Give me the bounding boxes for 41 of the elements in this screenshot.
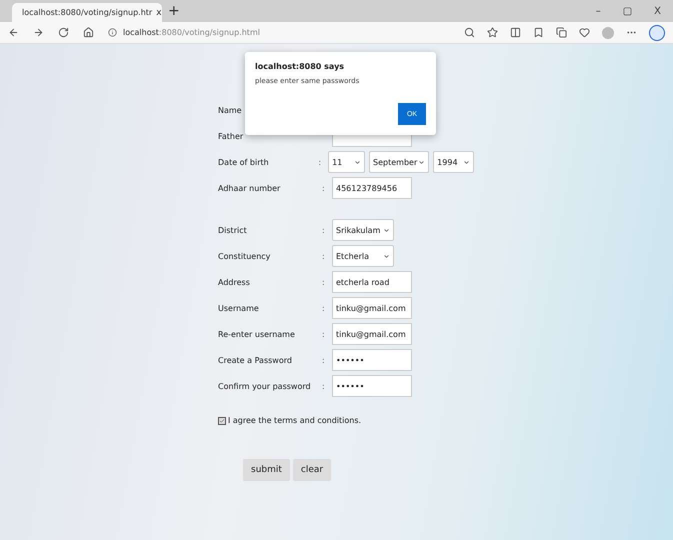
separator: : (318, 158, 322, 166)
field-label: Father (218, 132, 244, 140)
submit-button[interactable]: submit (243, 459, 290, 481)
field-label: District (218, 226, 248, 234)
input-field[interactable]: tinku@gmail.com (332, 323, 412, 345)
field-label: Address (218, 278, 251, 286)
input-field[interactable]: 456123789456 (332, 177, 412, 199)
input-field[interactable]: •••••• (332, 375, 412, 397)
separator: : (322, 226, 326, 234)
window-button[interactable]: X (654, 6, 661, 16)
separator: : (322, 252, 326, 260)
field-label: Username (218, 304, 260, 312)
field-label: Date of birth (218, 158, 270, 166)
dropdown[interactable]: 11 (328, 151, 366, 173)
separator: : (322, 304, 326, 312)
separator: : (322, 184, 326, 192)
field-label: Constituency (218, 252, 272, 260)
browser-tab[interactable]: localhost:8080/voting/signup.htr x (12, 3, 162, 22)
separator: : (322, 382, 326, 390)
separator: : (322, 356, 326, 364)
field-label: Adhaar number (218, 184, 282, 192)
field-label: Name (218, 106, 243, 114)
field-label: Re-enter username (218, 330, 296, 338)
dropdown[interactable]: September (369, 151, 430, 173)
field-label: Confirm your password (218, 382, 312, 390)
window-button[interactable]: – (596, 6, 601, 16)
new-tab-button[interactable]: + (168, 3, 180, 19)
dropdown[interactable]: Etcherla (332, 245, 394, 267)
input-field[interactable]: tinku@gmail.com (332, 297, 412, 319)
checkbox-label: I agree the terms and conditions. (228, 416, 362, 425)
clear-button[interactable]: clear (292, 459, 332, 481)
dropdown[interactable]: Srikakulam (332, 219, 394, 241)
field-label: Create a Password (218, 356, 293, 364)
window-button[interactable]: ▢ (622, 6, 632, 16)
tab-close-button[interactable]: x (156, 8, 162, 18)
input-field[interactable]: •••••• (332, 349, 412, 371)
separator: : (322, 330, 326, 338)
separator: : (322, 278, 326, 286)
dialog-title: localhost:8080 says (255, 62, 346, 71)
input-field[interactable]: etcherla road (332, 271, 412, 293)
dropdown[interactable]: 1994 (433, 151, 474, 173)
